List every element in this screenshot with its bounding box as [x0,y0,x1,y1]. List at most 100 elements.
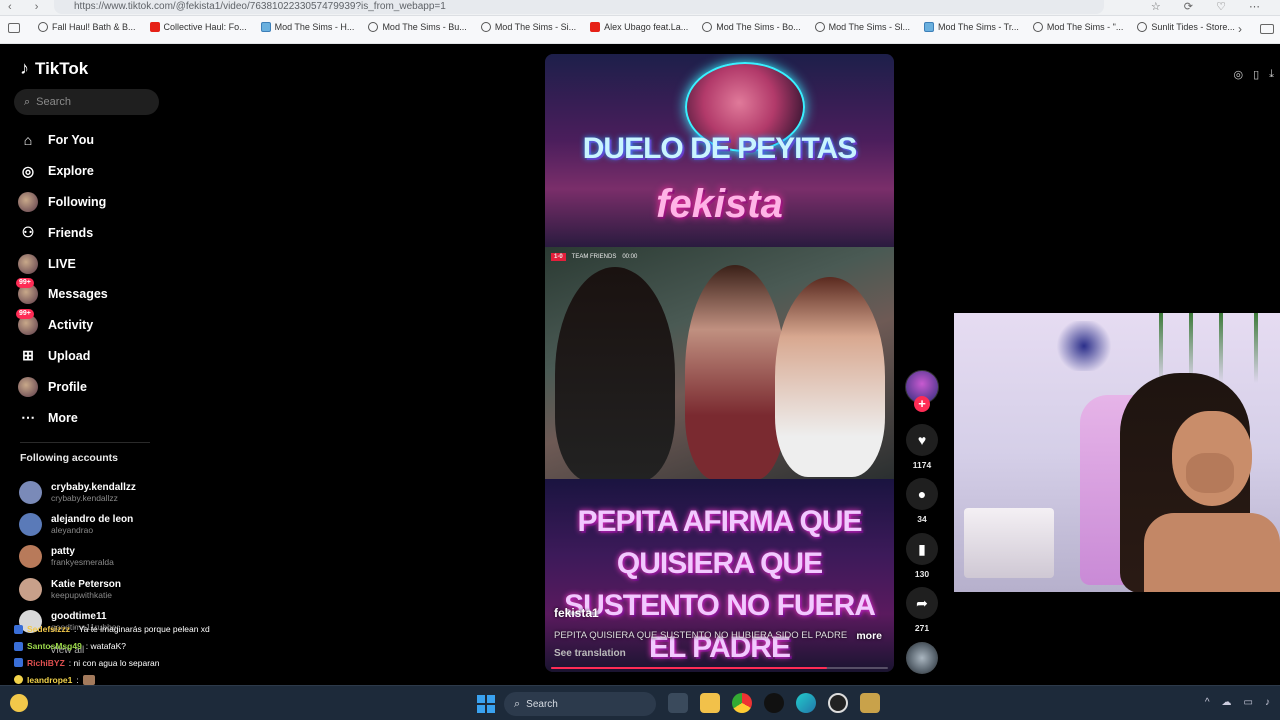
logo-text: TikTok [35,58,89,78]
video-username[interactable]: fekista1 [554,606,599,620]
following-account-item[interactable]: Katie Peterson keepupwithkatie [19,573,136,605]
network-icon[interactable]: ▭ [1244,697,1253,708]
following-account-item[interactable]: crybaby.kendallzz crybaby.kendallzz [19,476,136,508]
bookmark-icon[interactable]: ▮ [906,533,938,565]
file-explorer-icon[interactable] [700,693,720,713]
home-icon: ⌂ [23,132,33,149]
share-count: 271 [914,623,930,633]
bookmark-item[interactable]: Mod The Sims - H... [260,22,354,32]
sidebar-item-label: More [48,410,78,425]
folder-icon[interactable] [1260,24,1274,34]
sidebar-item-label: Explore [48,164,94,179]
chevron-up-icon[interactable]: ^ [1205,697,1210,708]
video-progress-fill [551,667,828,669]
bookmark-label: Mod The Sims - Bo... [716,22,801,32]
video-bottom-graphic: PEPITA AFIRMA QUE QUISIERA QUE SUSTENTO … [545,479,894,672]
video-player[interactable]: DUELO DE PEYITAS fekista 1-0 TEAM FRIEND… [545,54,894,672]
account-handle: crybaby.kendallzz [51,492,118,503]
sidebar-item-for-you[interactable]: ⌂ For You [18,125,108,156]
bookmark-item[interactable]: Mod The Sims - Bu... [368,22,467,32]
sidebar-item-upload[interactable]: ⊞ Upload [18,341,108,372]
browser-address-bar: ‹ › https://www.tiktok.com/@fekista1/vid… [0,0,1280,16]
task-view-icon[interactable] [668,693,688,713]
following-account-item[interactable]: alejandro de leon aleyandrao [19,508,136,540]
following-accounts-list: crybaby.kendallzz crybaby.kendallzz alejan… [19,476,136,637]
browser-nav-icons[interactable]: ‹ › [8,1,48,13]
like-action[interactable]: ♥ 1174 [903,424,941,470]
sidebar-item-live[interactable]: LIVE [18,248,108,279]
cloud-icon[interactable]: ☁ [1222,697,1232,708]
avatar-icon [18,253,38,274]
chevron-right-icon[interactable]: › [1238,22,1242,36]
video-caption: PEPITA QUISIERA QUE SUSTENTO NO HUBIERA … [554,630,894,642]
bookmark-item[interactable]: Mod The Sims - Sl... [814,22,910,32]
video-brand: fekista [656,182,783,226]
url-field[interactable]: https://www.tiktok.com/@fekista1/video/7… [54,0,1104,14]
chat-badge-icon [14,641,23,651]
app-icon[interactable] [764,693,784,713]
music-disc-icon[interactable] [906,642,938,674]
app-icon[interactable] [860,693,880,713]
bookmark-item[interactable]: Alex Ubago feat.La... [590,22,688,32]
sidebar-item-label: Upload [48,348,91,363]
avatar-icon [18,376,38,397]
account-text: Katie Peterson keepupwithkatie [51,579,121,600]
comment-icon[interactable]: ● [906,478,938,510]
streamer-hand [1186,453,1234,493]
sidebar-item-profile[interactable]: Profile [18,371,108,402]
heart-icon[interactable]: ♥ [906,424,938,456]
browser-toolbar-icons[interactable]: ☆ ⟳ ♡ ⋯ [1151,0,1270,13]
see-translation-link[interactable]: See translation [554,648,626,659]
search-input[interactable]: ⌕ Search [14,89,159,115]
follow-plus-icon[interactable]: + [914,396,930,412]
video-progress-bar[interactable] [551,667,888,669]
account-text: patty frankyesmeralda [51,546,114,567]
compass-icon: ◎ [21,162,35,179]
bookmark-label: Mod The Sims - Sl... [828,22,910,32]
chrome-icon[interactable] [732,693,752,713]
following-account-item[interactable]: patty frankyesmeralda [19,541,136,573]
desk-object [964,508,1054,578]
more-button[interactable]: more [856,630,882,642]
streamer-body [1144,513,1280,592]
sidebar-item-explore[interactable]: ◎ Explore [18,156,108,187]
bookmark-item[interactable]: Mod The Sims - "... [1032,22,1123,32]
tab-icon[interactable] [8,23,20,33]
sidebar-item-friends[interactable]: ⚇ Friends [18,217,108,248]
comment-action[interactable]: ● 34 [903,478,941,524]
obs-icon[interactable] [828,693,848,713]
chat-badge-icon [14,624,23,634]
globe-icon [480,22,491,32]
divider [20,442,150,443]
score: 1-0 [551,253,566,261]
volume-icon[interactable]: ♪ [1265,697,1270,708]
share-icon[interactable]: ➦ [906,587,938,619]
phone-icon[interactable]: ▯ [1253,68,1259,81]
bookmark-item[interactable]: Mod The Sims - Si... [480,22,576,32]
sidebar-item-following[interactable]: Following [18,187,108,218]
share-action[interactable]: ➦ 271 [903,587,941,633]
taskbar-search[interactable]: ⌕ Search [504,692,656,716]
bookmark-item[interactable]: Mod The Sims - Bo... [702,22,801,32]
bookmark-item[interactable]: Collective Haul: Fo... [149,22,247,32]
tiktok-logo[interactable]: ♪ TikTok [20,58,88,79]
sidebar-item-messages[interactable]: 99+ Messages [16,278,108,310]
bookmark-list: Fall Haul! Bath & B... Collective Haul: F… [38,22,1235,32]
globe-icon [368,22,379,32]
weather-icon[interactable] [10,694,28,712]
more-icon: ⋯ [21,409,35,426]
start-button[interactable] [477,695,495,713]
bookmark-item[interactable]: Sunlit Tides - Store... [1137,22,1235,32]
sidebar-nav: ⌂ For You ◎ Explore Following ⚇ Friends LIVE 99+… [16,125,108,433]
compass-icon[interactable]: ◎ [1233,68,1243,81]
sidebar-item-more[interactable]: ⋯ More [18,402,108,433]
sidebar-item-activity[interactable]: 99+ Activity [16,309,108,341]
edge-icon[interactable] [796,693,816,713]
url-text[interactable]: https://www.tiktok.com/@fekista1/video/7… [74,1,446,12]
avatar [19,545,42,569]
download-icon[interactable]: ⤓ [1269,68,1274,81]
save-action[interactable]: ▮ 130 [903,533,941,579]
bookmark-item[interactable]: Fall Haul! Bath & B... [38,22,136,32]
avatar-icon [18,191,38,212]
bookmark-item[interactable]: Mod The Sims - Tr... [923,22,1019,32]
